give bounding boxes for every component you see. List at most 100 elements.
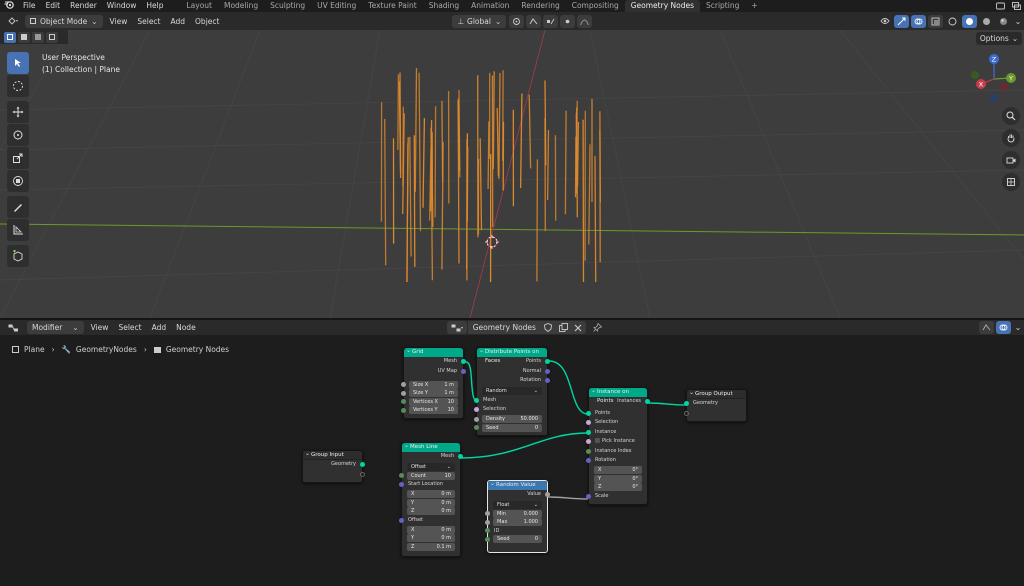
instance-pick-socket[interactable] bbox=[586, 439, 591, 445]
random-value-seed-field[interactable]: Seed 0 bbox=[485, 535, 542, 543]
gizmo-toggle-icon[interactable] bbox=[894, 14, 909, 28]
instance-instances-socket[interactable] bbox=[645, 399, 650, 405]
context-dropdown[interactable]: Modifier ⌄ bbox=[27, 321, 84, 334]
mesh-line-mesh-socket[interactable] bbox=[458, 454, 463, 460]
group-output-node[interactable]: Group Output Geometry bbox=[684, 388, 747, 422]
overlays-toggle-icon[interactable] bbox=[911, 14, 926, 28]
tab-compositing[interactable]: Compositing bbox=[566, 0, 625, 12]
cursor-tool-icon[interactable] bbox=[7, 75, 29, 97]
tab-uv-editing[interactable]: UV Editing bbox=[311, 0, 362, 12]
vp-menu-object[interactable]: Object bbox=[190, 15, 224, 28]
group-output-geometry-socket[interactable] bbox=[684, 401, 689, 407]
distribute-points-node[interactable]: Distribute Points on Faces Points Normal… bbox=[474, 346, 550, 436]
random-value-max-field[interactable]: Max 1.000 bbox=[485, 518, 542, 526]
tab-geometry-nodes[interactable]: Geometry Nodes bbox=[624, 0, 700, 12]
grid-size-y-field[interactable]: Size Y1 m bbox=[401, 389, 458, 397]
visibility-icon[interactable] bbox=[877, 15, 892, 28]
instance-rot-z-field[interactable]: Z 0° bbox=[594, 483, 642, 491]
shading-solid-icon[interactable] bbox=[962, 14, 977, 28]
zoom-icon[interactable] bbox=[1002, 107, 1020, 125]
distribute-points-socket[interactable] bbox=[545, 359, 550, 365]
distribute-density-socket[interactable] bbox=[474, 416, 479, 422]
node-group-name-field[interactable]: Geometry Nodes bbox=[467, 321, 541, 334]
grid-vertices-y-field[interactable]: Vertices Y 10 bbox=[401, 406, 458, 414]
distribute-density-field[interactable]: Density 50.000 bbox=[474, 415, 542, 423]
select-new-icon[interactable] bbox=[4, 31, 16, 43]
menu-file[interactable]: File bbox=[18, 0, 41, 12]
mesh-line-start-y-field[interactable]: Y0 m bbox=[407, 498, 455, 507]
random-value-out-socket[interactable] bbox=[545, 492, 550, 498]
ne-menu-add[interactable]: Add bbox=[147, 321, 172, 334]
transform-tool-icon[interactable] bbox=[7, 170, 29, 192]
scale-tool-icon[interactable] bbox=[7, 147, 29, 169]
instance-rot-y-field[interactable]: Y 0° bbox=[594, 474, 642, 483]
mesh-line-offset-socket[interactable] bbox=[399, 517, 404, 523]
group-output-empty-socket[interactable] bbox=[684, 410, 689, 416]
shading-material-icon[interactable] bbox=[979, 15, 994, 28]
random-value-seed-socket[interactable] bbox=[485, 536, 490, 542]
tab-shading[interactable]: Shading bbox=[423, 0, 465, 12]
grid-mesh-socket[interactable] bbox=[461, 359, 466, 365]
vp-menu-add[interactable]: Add bbox=[166, 15, 191, 28]
mesh-line-node[interactable]: Mesh Line Mesh Offset⌄ Count10 Start Loc… bbox=[399, 441, 463, 557]
grid-size-x-field[interactable]: Size X1 m bbox=[401, 380, 458, 389]
random-value-min-socket[interactable] bbox=[485, 511, 490, 516]
scene-icon[interactable] bbox=[993, 0, 1007, 13]
pin-icon[interactable] bbox=[590, 321, 605, 334]
falloff-icon[interactable] bbox=[577, 14, 593, 28]
random-value-node[interactable]: Random Value Value Float⌄ Min0.000 Max1.… bbox=[485, 479, 550, 553]
mesh-line-count-socket[interactable] bbox=[399, 473, 404, 478]
pivot-point-icon[interactable] bbox=[509, 14, 525, 28]
tab-layout[interactable]: Layout bbox=[180, 0, 218, 12]
select-extend-icon[interactable] bbox=[18, 31, 30, 43]
mesh-line-offset-y-field[interactable]: Y0 m bbox=[407, 534, 455, 542]
vp-menu-view[interactable]: View bbox=[105, 15, 133, 28]
node-overlays-icon[interactable] bbox=[996, 321, 1011, 334]
proportional-editing-icon[interactable] bbox=[560, 14, 576, 28]
instance-rotation-socket[interactable] bbox=[586, 458, 591, 464]
distribute-rotation-socket[interactable] bbox=[545, 378, 550, 384]
editor-type-icon[interactable] bbox=[4, 15, 22, 28]
distribute-normal-socket[interactable] bbox=[545, 368, 550, 374]
tab-scripting[interactable]: Scripting bbox=[700, 0, 745, 12]
select-subtract-icon[interactable] bbox=[32, 31, 44, 43]
distribute-selection-socket[interactable] bbox=[474, 407, 479, 413]
3d-viewport[interactable]: User Perspective (1) Collection | Plane … bbox=[0, 30, 1024, 318]
grid-vertices-x-field[interactable]: Vertices X 10 bbox=[401, 397, 458, 406]
distribute-seed-field[interactable]: Seed 0 bbox=[474, 423, 542, 432]
measure-tool-icon[interactable] bbox=[7, 219, 29, 241]
shading-rendered-icon[interactable] bbox=[996, 15, 1011, 28]
menu-help[interactable]: Help bbox=[141, 0, 168, 12]
instance-on-points-node[interactable]: Instance on Points Instances Points Sele… bbox=[586, 386, 650, 505]
group-input-node[interactable]: Group Input Geometry bbox=[302, 449, 365, 483]
node-tree-browse-icon[interactable] bbox=[446, 321, 467, 334]
pick-instance-checkbox[interactable] bbox=[595, 438, 600, 443]
grid-vertices-y-socket[interactable] bbox=[401, 407, 406, 413]
snap-target-icon[interactable] bbox=[543, 14, 559, 28]
transform-orientation-dropdown[interactable]: ⊥ Global ⌄ bbox=[452, 14, 507, 28]
overlays-chevron-icon[interactable]: ⌄ bbox=[1013, 321, 1023, 334]
vp-menu-select[interactable]: Select bbox=[132, 15, 165, 28]
ne-menu-node[interactable]: Node bbox=[171, 321, 201, 334]
object-mode-dropdown[interactable]: Object Mode ⌄ bbox=[25, 14, 103, 28]
random-value-min-field[interactable]: Min 0.000 bbox=[485, 509, 542, 518]
random-value-max-socket[interactable] bbox=[485, 519, 490, 525]
camera-view-icon[interactable] bbox=[1002, 151, 1020, 169]
add-workspace-button[interactable]: + bbox=[745, 0, 763, 12]
shading-options-chevron-icon[interactable]: ⌄ bbox=[1013, 15, 1023, 28]
move-tool-icon[interactable] bbox=[7, 101, 29, 123]
mesh-line-offset-z-field[interactable]: Z 0.1 m bbox=[407, 542, 455, 551]
menu-window[interactable]: Window bbox=[102, 0, 142, 12]
select-invert-icon[interactable] bbox=[46, 31, 58, 43]
blender-logo-icon[interactable] bbox=[0, 0, 18, 12]
distribute-seed-socket[interactable] bbox=[474, 425, 479, 430]
group-input-empty-socket[interactable] bbox=[360, 471, 365, 477]
group-input-geometry-socket[interactable] bbox=[360, 462, 365, 468]
instance-rot-x-field[interactable]: X 0° bbox=[594, 466, 642, 474]
snap-icon[interactable] bbox=[526, 14, 542, 28]
view-layer-icon[interactable] bbox=[1009, 0, 1023, 13]
node-editor[interactable]: Plane › 🔧 GeometryNodes › Geometry Nodes… bbox=[0, 335, 1024, 586]
grid-vertices-x-socket[interactable] bbox=[401, 399, 406, 404]
fake-user-shield-icon[interactable] bbox=[540, 321, 556, 334]
grid-uvmap-socket[interactable] bbox=[461, 368, 466, 374]
